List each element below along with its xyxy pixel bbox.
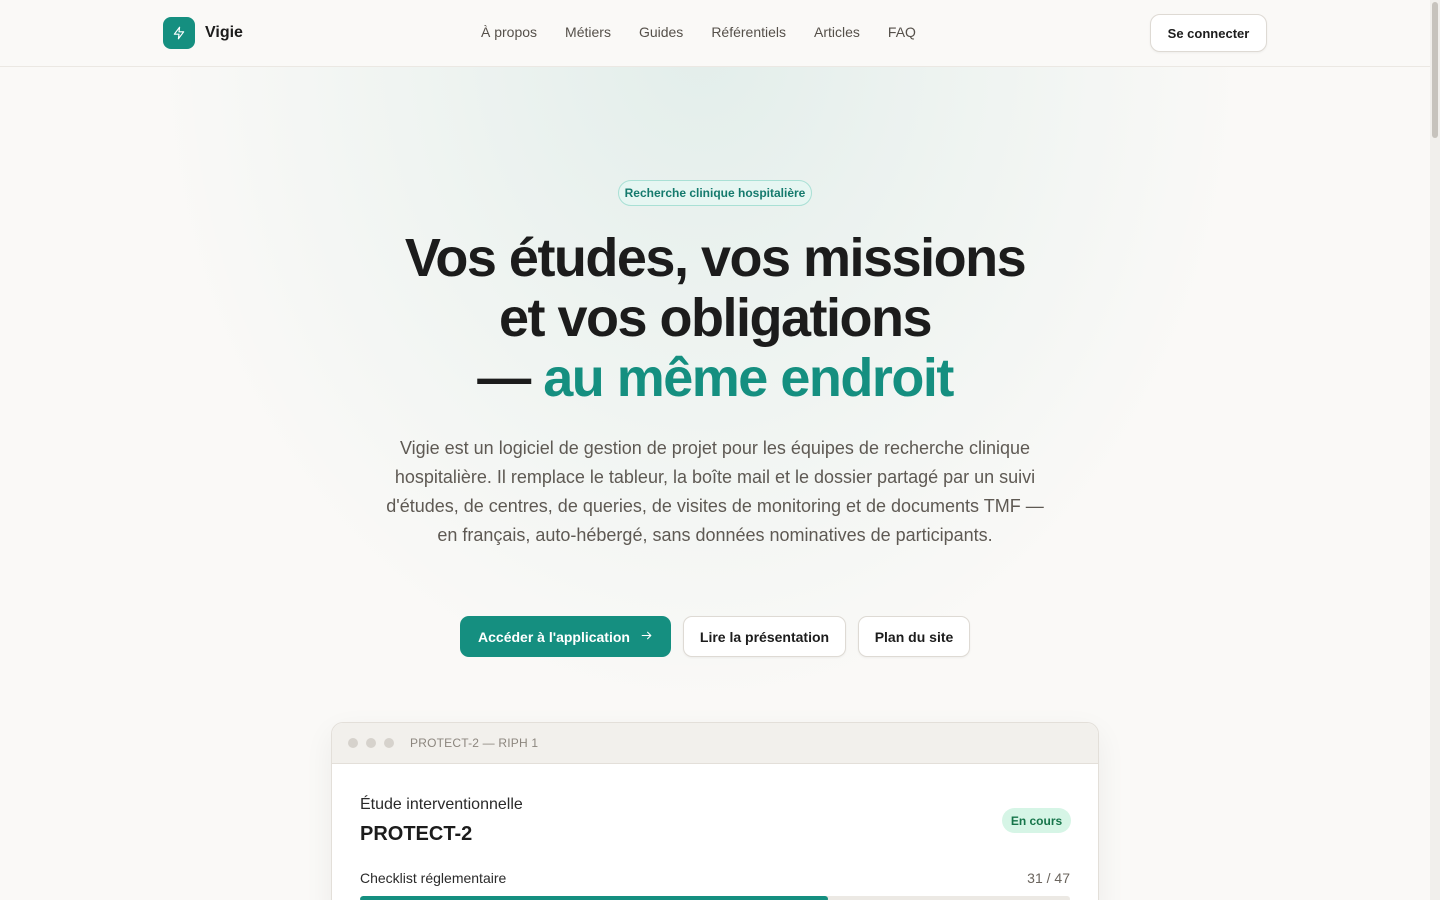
nav-item-a-propos[interactable]: À propos bbox=[481, 24, 537, 40]
scrollbar-thumb[interactable] bbox=[1432, 2, 1438, 138]
hero-title-line-2: et vos obligations bbox=[498, 288, 933, 348]
window-dot-icon bbox=[348, 738, 358, 748]
hero-description: Vigie est un logiciel de gestion de proj… bbox=[386, 438, 1044, 545]
app-preview-window: PROTECT-2 — RIPH 1 Étude interventionnel… bbox=[331, 722, 1099, 900]
lightning-bolt-icon bbox=[163, 17, 195, 49]
checklist-count: 31 / 47 bbox=[1027, 870, 1070, 886]
status-badge: En cours bbox=[1002, 808, 1071, 833]
hero-title-line-1: Vos études, vos missions bbox=[404, 228, 1027, 288]
login-button[interactable]: Se connecter bbox=[1150, 14, 1267, 52]
hero-badge: Recherche clinique hospitalière bbox=[618, 180, 812, 206]
study-name: PROTECT-2 bbox=[360, 823, 473, 845]
main-nav: À propos Métiers Guides Référentiels Art… bbox=[481, 24, 944, 40]
preview-titlebar: PROTECT-2 — RIPH 1 bbox=[332, 723, 1098, 764]
checklist-label: Checklist réglementaire bbox=[360, 870, 507, 886]
hero-background-glow bbox=[80, 40, 1320, 800]
nav-item-referentiels[interactable]: Référentiels bbox=[711, 24, 786, 40]
window-dot-icon bbox=[384, 738, 394, 748]
window-dot-icon bbox=[366, 738, 376, 748]
brand-name: Vigie bbox=[205, 24, 243, 41]
sitemap-button[interactable]: Plan du site bbox=[858, 616, 970, 657]
brand[interactable]: Vigie bbox=[163, 17, 243, 49]
preview-window-title: PROTECT-2 — RIPH 1 bbox=[410, 736, 539, 750]
hero-title-dash: — bbox=[477, 348, 544, 408]
hero-title: Vos études, vos missions et vos obligati… bbox=[320, 228, 1110, 408]
nav-item-guides[interactable]: Guides bbox=[639, 24, 683, 40]
cta-row: Accéder à l'application Lire la présenta… bbox=[0, 616, 1430, 658]
arrow-right-icon bbox=[640, 629, 653, 645]
checklist-progress-bar bbox=[360, 896, 1070, 900]
study-type: Étude interventionnelle bbox=[360, 796, 523, 813]
nav-item-metiers[interactable]: Métiers bbox=[565, 24, 611, 40]
access-app-label: Accéder à l'application bbox=[478, 628, 630, 645]
access-app-button[interactable]: Accéder à l'application bbox=[460, 616, 671, 657]
read-presentation-button[interactable]: Lire la présentation bbox=[683, 616, 846, 657]
page-scrollbar[interactable] bbox=[1430, 0, 1440, 900]
nav-item-articles[interactable]: Articles bbox=[814, 24, 860, 40]
checklist-progress-fill bbox=[360, 896, 829, 900]
hero-title-accent: au même endroit bbox=[543, 348, 954, 408]
site-header: Vigie À propos Métiers Guides Référentie… bbox=[0, 0, 1430, 67]
nav-item-faq[interactable]: FAQ bbox=[888, 24, 916, 40]
